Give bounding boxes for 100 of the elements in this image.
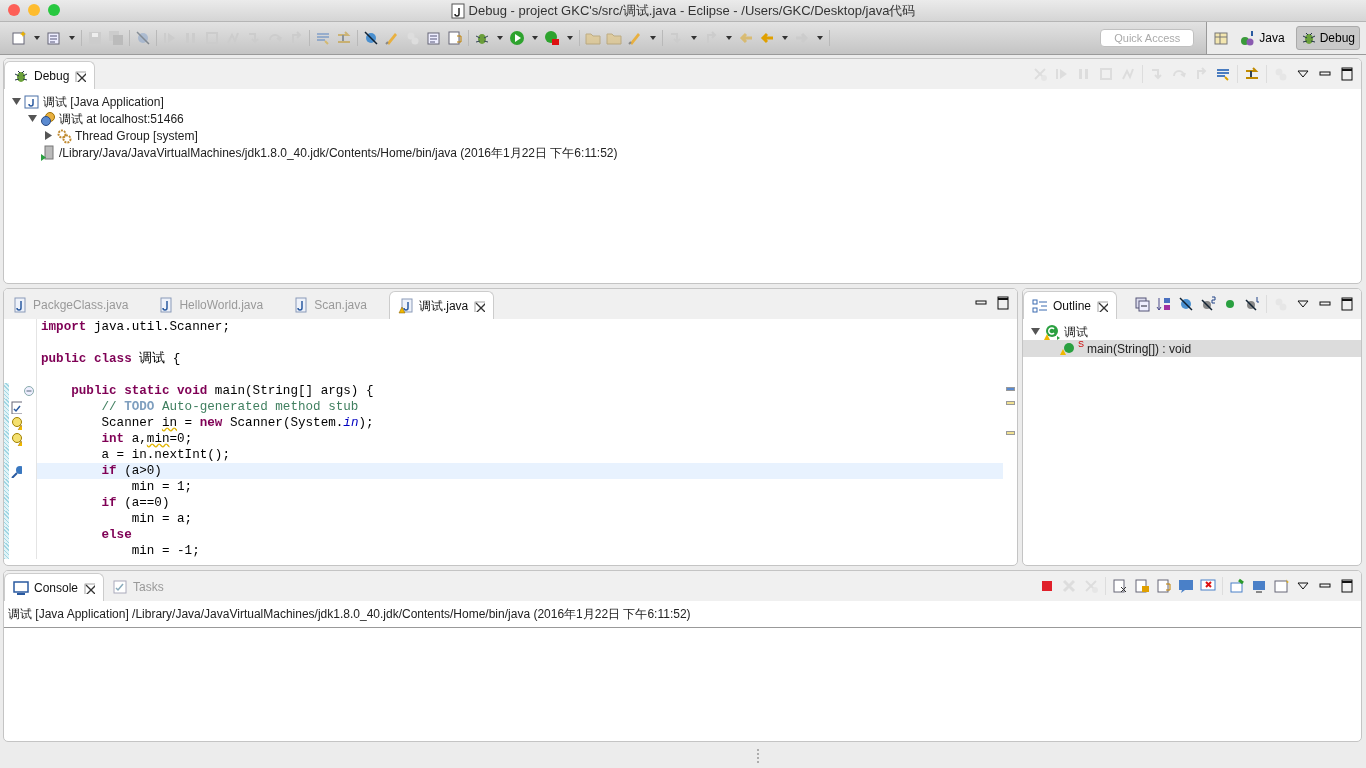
view-tab[interactable]: Console: [4, 573, 105, 601]
new-console-icon[interactable]: [1273, 578, 1289, 594]
code-line: public static void main(String[] args) {: [70, 384, 374, 398]
show-error-icon[interactable]: [1200, 578, 1216, 594]
maximize-icon[interactable]: [995, 295, 1011, 311]
bug-icon: [1300, 30, 1317, 46]
window-title: Debug - project GKC's/src/调试.java - Eclipse - /Users/GKC/Desktop/java代码: [468, 1, 916, 20]
display-console-icon[interactable]: [1251, 578, 1267, 594]
caret-icon[interactable]: [33, 35, 41, 41]
back-arrow-icon[interactable]: [759, 30, 775, 46]
caret-icon[interactable]: [725, 35, 733, 41]
code-line: min = 1;: [130, 480, 193, 494]
code-line: import java.util.Scanner;: [41, 320, 230, 334]
caret-icon[interactable]: [496, 35, 504, 41]
drop-frame-icon[interactable]: [315, 30, 331, 46]
quick-access-field[interactable]: Quick Access: [1100, 29, 1195, 47]
close-window-light[interactable]: [8, 4, 20, 16]
perspective-button[interactable]: Java: [1235, 26, 1290, 50]
java-file-warning-icon: [397, 297, 414, 314]
tree-item-label[interactable]: /Library/Java/JavaVirtualMachines/jdk1.8.0_40.jdk/Contents/Home/bin/java (2016年1月22日 下午6:11:52): [59, 143, 618, 162]
java-file-icon: [450, 2, 465, 19]
expanded-arrow-icon[interactable]: [12, 97, 21, 106]
overview-marker[interactable]: [1005, 431, 1015, 435]
outline-icon: [1032, 297, 1048, 314]
tree-item-label[interactable]: 调试 at localhost:51466: [59, 109, 184, 128]
maximize-icon[interactable]: [1339, 578, 1355, 594]
java-file-icon: [293, 297, 310, 313]
maximize-icon[interactable]: [1339, 296, 1355, 312]
code-line: int a,min=0;: [100, 432, 193, 446]
code-line: min = a;: [130, 512, 193, 526]
new-class-icon[interactable]: [46, 30, 62, 46]
scroll-lock-icon[interactable]: [1134, 578, 1150, 594]
app-icon: [24, 93, 40, 110]
show-output-icon[interactable]: [1178, 578, 1194, 594]
tasks-icon: [112, 579, 129, 595]
run-icon[interactable]: [509, 30, 525, 46]
open-perspective-icon[interactable]: [1213, 30, 1230, 46]
new-class-icon[interactable]: [426, 30, 442, 46]
brush-icon[interactable]: [384, 30, 400, 46]
collapse-all-icon[interactable]: [1134, 296, 1150, 312]
code-line: // TODO Auto-generated method stub: [100, 400, 359, 414]
sort-icon[interactable]: [1156, 296, 1172, 312]
step-filter-icon[interactable]: [1244, 66, 1260, 82]
caret-icon[interactable]: [566, 35, 574, 41]
close-icon[interactable]: [1096, 299, 1109, 312]
caret-icon[interactable]: [816, 35, 824, 41]
drop-frame-icon[interactable]: [1215, 66, 1231, 82]
hide-fields-icon[interactable]: [1178, 296, 1194, 312]
hide-static-icon[interactable]: [1200, 296, 1216, 312]
gears-icon: [56, 127, 72, 144]
perspective-button[interactable]: Debug: [1295, 26, 1360, 50]
caret-icon[interactable]: [690, 35, 698, 41]
word-wrap-icon[interactable]: [1156, 578, 1172, 594]
caret-icon[interactable]: [68, 35, 76, 41]
clear-console-icon[interactable]: [1112, 578, 1128, 594]
tree-item-label[interactable]: 调试 [Java Application]: [43, 92, 164, 111]
caret-icon[interactable]: [781, 35, 789, 41]
java-file-icon: [12, 297, 28, 313]
hide-local-icon[interactable]: [1244, 296, 1260, 312]
tree-item-label[interactable]: main(String[]) : void: [1087, 339, 1192, 358]
terminate-icon[interactable]: [1039, 578, 1055, 594]
pin-console-icon[interactable]: [1229, 578, 1245, 594]
static-marker: S: [1078, 338, 1084, 351]
external-tools-icon[interactable]: [544, 30, 560, 46]
java-file-icon: [158, 297, 175, 313]
tree-item-label[interactable]: Thread Group [system]: [75, 126, 198, 145]
overview-marker[interactable]: [1005, 401, 1015, 405]
console-icon: [13, 579, 29, 596]
zoom-window-light[interactable]: [48, 4, 60, 16]
fold-icon[interactable]: [23, 385, 35, 397]
breakpoint-skip-icon[interactable]: [135, 30, 151, 46]
code-line: if (a>0): [100, 464, 162, 478]
close-icon[interactable]: [83, 581, 96, 594]
code-line: Scanner in = new Scanner(System.in);: [100, 416, 374, 430]
close-icon[interactable]: [473, 299, 486, 312]
new-file-icon[interactable]: [11, 30, 27, 46]
caret-icon[interactable]: [531, 35, 539, 41]
code-line: public class 调试 {: [41, 352, 181, 366]
code-line: if (a==0): [100, 496, 170, 510]
close-icon[interactable]: [74, 69, 87, 82]
tree-item-label[interactable]: 调试: [1064, 322, 1088, 341]
word-wrap-icon[interactable]: [447, 30, 463, 46]
code-line: a = in.nextInt();: [100, 448, 230, 462]
view-tab[interactable]: Debug: [4, 61, 96, 89]
overview-marker[interactable]: [1005, 387, 1015, 391]
maximize-icon[interactable]: [1339, 66, 1355, 82]
code-line: min = -1;: [130, 544, 200, 558]
view-tab[interactable]: 调试.java: [388, 291, 495, 319]
process-icon: [40, 144, 56, 161]
code-line: else: [100, 528, 132, 542]
drag-handle-icon[interactable]: [756, 748, 760, 764]
collapsed-arrow-icon[interactable]: [44, 131, 53, 140]
vm-icon: [40, 110, 56, 127]
view-tab[interactable]: Outline: [1023, 291, 1118, 319]
caret-icon[interactable]: [649, 35, 657, 41]
expanded-arrow-icon[interactable]: [1031, 327, 1040, 336]
class-icon: [1043, 323, 1061, 340]
expanded-arrow-icon[interactable]: [28, 114, 37, 123]
brush-icon[interactable]: [627, 30, 643, 46]
hide-fields-icon[interactable]: [363, 30, 379, 46]
